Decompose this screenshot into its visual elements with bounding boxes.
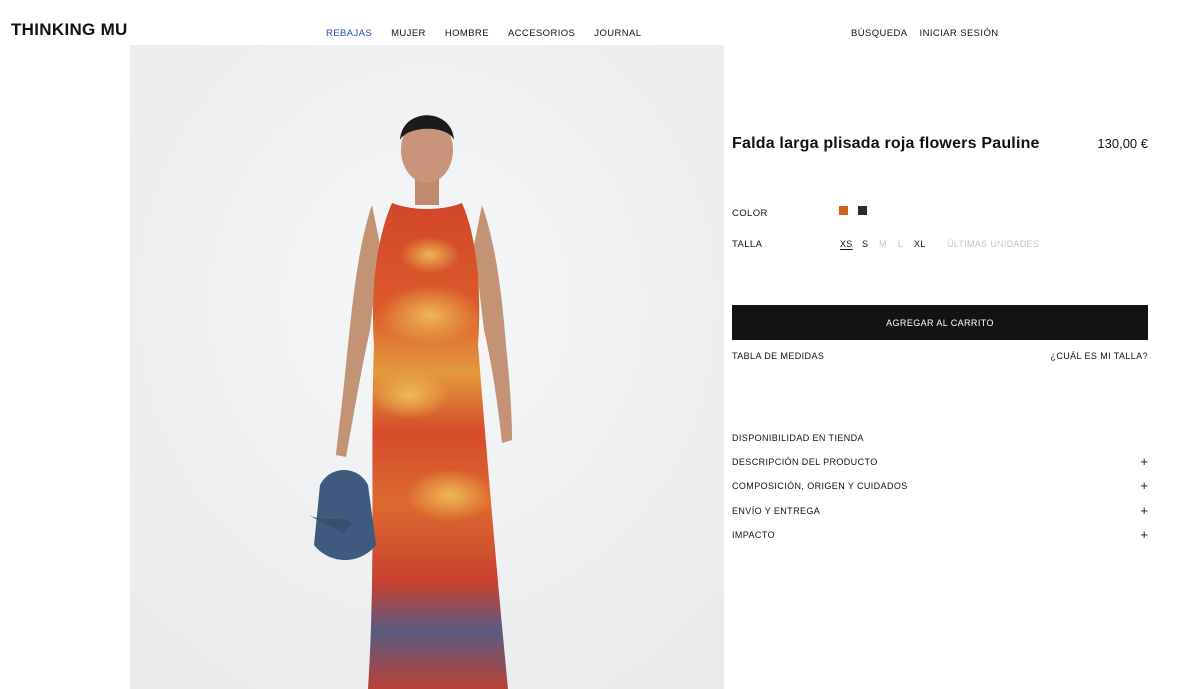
size-label: TALLA bbox=[732, 239, 763, 250]
accordion-label: ENVÍO Y ENTREGA bbox=[732, 506, 821, 516]
product-price: 130,00 € bbox=[1097, 136, 1148, 151]
stock-note: ÚLTIMAS UNIDADES bbox=[947, 239, 1040, 249]
plus-icon: + bbox=[1140, 503, 1148, 518]
color-swatch-orange[interactable] bbox=[839, 206, 848, 215]
model-photo bbox=[130, 45, 724, 689]
nav-item-rebajas[interactable]: REBAJAS bbox=[326, 28, 372, 39]
brand-logo[interactable]: THINKING MU bbox=[11, 20, 128, 40]
product-title: Falda larga plisada roja flowers Pauline bbox=[732, 135, 1040, 152]
accordion-label: DESCRIPCIÓN DEL PRODUCTO bbox=[732, 457, 878, 467]
size-option-xl[interactable]: XL bbox=[914, 239, 926, 249]
plus-icon: + bbox=[1140, 454, 1148, 469]
main-nav: REBAJAS MUJER HOMBRE ACCESORIOS JOURNAL bbox=[326, 28, 660, 39]
store-availability-label: DISPONIBILIDAD EN TIENDA bbox=[732, 433, 864, 443]
add-to-cart-button[interactable]: AGREGAR AL CARRITO bbox=[732, 305, 1148, 340]
accordion-composition[interactable]: COMPOSICIÓN, ORIGEN Y CUIDADOS + bbox=[732, 478, 1148, 497]
accordion-shipping[interactable]: ENVÍO Y ENTREGA + bbox=[732, 503, 1148, 522]
size-chart-link[interactable]: TABLA DE MEDIDAS bbox=[732, 351, 824, 361]
accordion-description[interactable]: DESCRIPCIÓN DEL PRODUCTO + bbox=[732, 454, 1148, 473]
nav-item-accesorios[interactable]: ACCESORIOS bbox=[508, 28, 575, 39]
size-option-s[interactable]: S bbox=[862, 239, 868, 249]
nav-item-mujer[interactable]: MUJER bbox=[391, 28, 426, 39]
size-option-l[interactable]: L bbox=[898, 239, 903, 249]
plus-icon: + bbox=[1140, 478, 1148, 493]
accordion-label: IMPACTO bbox=[732, 530, 775, 540]
nav-item-journal[interactable]: JOURNAL bbox=[594, 28, 641, 39]
color-swatch-black[interactable] bbox=[858, 206, 867, 215]
color-label: COLOR bbox=[732, 208, 768, 219]
accordion-impact[interactable]: IMPACTO + bbox=[732, 527, 1148, 546]
product-image[interactable] bbox=[130, 45, 724, 689]
size-option-m[interactable]: M bbox=[879, 239, 887, 249]
size-option-xs[interactable]: XS bbox=[840, 239, 853, 249]
store-availability-link[interactable]: DISPONIBILIDAD EN TIENDA bbox=[732, 433, 1148, 449]
which-size-link[interactable]: ¿CUÁL ES MI TALLA? bbox=[1050, 351, 1148, 361]
product-info: Falda larga plisada roja flowers Pauline… bbox=[732, 0, 1148, 689]
plus-icon: + bbox=[1140, 527, 1148, 542]
nav-item-hombre[interactable]: HOMBRE bbox=[445, 28, 489, 39]
accordion-label: COMPOSICIÓN, ORIGEN Y CUIDADOS bbox=[732, 481, 908, 491]
